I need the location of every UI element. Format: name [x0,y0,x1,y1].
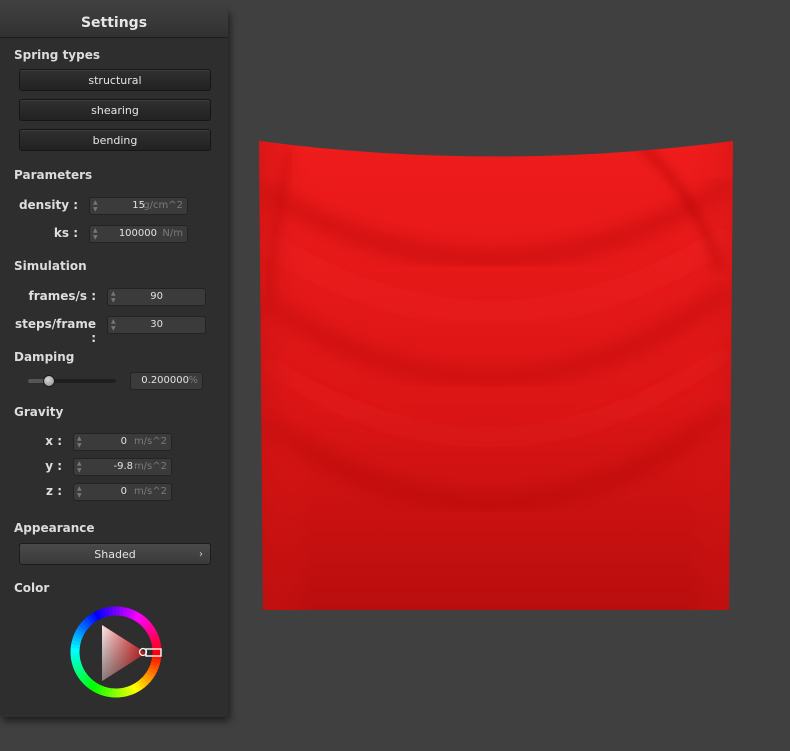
damping-field[interactable]: 0.200000 % [130,372,203,390]
ks-field[interactable]: ▲ ▼ 100000 N/m [89,225,188,243]
gravity-z-value: 0 [120,486,127,497]
steps-field[interactable]: ▲ ▼ 30 [107,316,206,334]
gravity-y-unit: m/s^2 [133,461,167,472]
render-viewport[interactable]: Settings Spring types structural shearin… [0,0,790,751]
steps-value: 30 [150,319,163,330]
chevron-right-icon: › [199,549,203,560]
slider-knob[interactable] [43,375,55,387]
gravity-label: Gravity [14,405,64,419]
fps-label: frames/s : [28,289,96,303]
ks-value: 100000 [118,228,157,239]
appearance-label: Appearance [14,521,95,535]
spin-arrows-icon[interactable]: ▲ ▼ [77,435,83,449]
gravity-x-unit: m/s^2 [133,436,167,447]
appearance-dropdown[interactable]: Shaded › [19,543,211,565]
gravity-x-field[interactable]: ▲ ▼ 0 m/s^2 [73,433,172,451]
gravity-z-field[interactable]: ▲ ▼ 0 m/s^2 [73,483,172,501]
bending-button[interactable]: bending [19,129,211,151]
spin-arrows-icon[interactable]: ▲ ▼ [93,199,99,213]
appearance-selected: Shaded [94,548,136,561]
simulation-label: Simulation [14,259,87,273]
gravity-x-label: x : [45,434,62,448]
density-field[interactable]: ▲ ▼ 15 g/cm^2 [89,197,188,215]
damping-slider[interactable] [28,374,116,388]
density-unit: g/cm^2 [143,200,183,211]
structural-button[interactable]: structural [19,69,211,91]
spin-arrows-icon[interactable]: ▲ ▼ [77,485,83,499]
gravity-z-label: z : [46,484,62,498]
gravity-y-field[interactable]: ▲ ▼ -9.8 m/s^2 [73,458,172,476]
ks-label: ks : [53,226,78,240]
spin-arrows-icon[interactable]: ▲ ▼ [77,460,83,474]
ks-unit: N/m [162,228,183,239]
parameters-label: Parameters [14,168,93,182]
spin-arrows-icon[interactable]: ▲ ▼ [111,290,117,304]
gravity-z-unit: m/s^2 [133,486,167,497]
density-label: density : [18,198,78,212]
damping-label: Damping [14,350,75,364]
spin-arrows-icon[interactable]: ▲ ▼ [111,318,117,332]
gravity-y-value: -9.8 [113,461,133,472]
steps-label: steps/frame : [14,317,96,345]
damping-value: 0.200000 [141,375,189,386]
color-wheel[interactable] [70,606,162,698]
gravity-x-value: 0 [120,436,127,447]
fps-value: 90 [150,291,163,302]
shearing-button[interactable]: shearing [19,99,211,121]
spring-types-label: Spring types [14,48,101,62]
gravity-y-label: y : [45,459,62,473]
spin-arrows-icon[interactable]: ▲ ▼ [93,227,99,241]
color-label: Color [14,581,50,595]
settings-panel: Settings Spring types structural shearin… [0,9,228,717]
damping-unit: % [188,375,198,386]
fps-field[interactable]: ▲ ▼ 90 [107,288,206,306]
panel-title: Settings [0,9,228,38]
